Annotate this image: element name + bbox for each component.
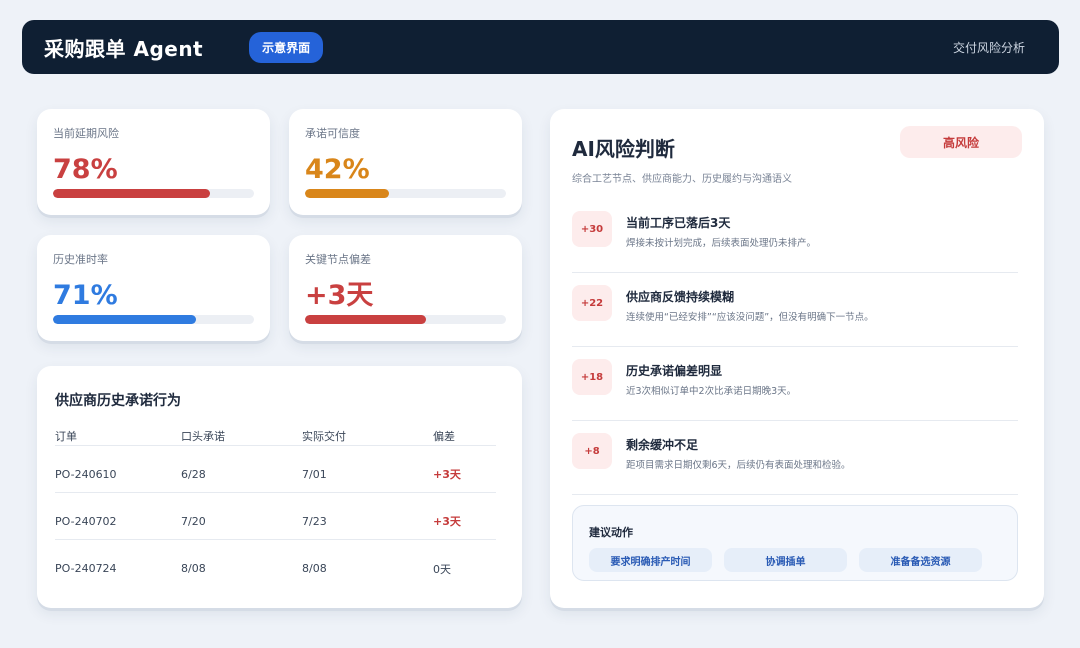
column-header: 偏差 xyxy=(433,429,455,443)
factor-desc: 距项目需求日期仅剩6天，后续仍有表面处理和检验。 xyxy=(626,460,851,471)
order-id: PO-240610 xyxy=(55,467,117,481)
procurement-dashboard: 采购跟单 Agent 示意界面 交付风险分析 当前延期风险 78% 承诺可信度 … xyxy=(0,0,1080,648)
progress-bar xyxy=(305,315,506,324)
progress-bar xyxy=(53,315,254,324)
promised-date: 7/20 xyxy=(181,514,206,528)
deviation: +3天 xyxy=(433,515,461,528)
promised-date: 6/28 xyxy=(181,467,206,481)
ai-subtitle: 综合工艺节点、供应商能力、历史履约与沟通语义 xyxy=(572,174,792,185)
delivery-risk-link[interactable]: 交付风险分析 xyxy=(953,39,1025,56)
actual-date: 7/23 xyxy=(302,514,327,528)
action-buttons: 要求明确排产时间 协调插单 准备备选资源 xyxy=(589,548,1001,572)
order-id: PO-240724 xyxy=(55,562,117,575)
deviation: 0天 xyxy=(433,562,451,576)
risk-factor-item[interactable]: +22 供应商反馈持续模糊 连续使用“已经安排”“应该没问题”，但没有明确下一节… xyxy=(572,273,1018,347)
table-row[interactable]: PO-240702 7/20 7/23 +3天 xyxy=(55,493,496,540)
request-schedule-button[interactable]: 要求明确排产时间 xyxy=(589,548,712,572)
column-header: 口头承诺 xyxy=(181,429,225,443)
risk-level-badge: 高风险 xyxy=(900,126,1022,158)
metric-card-ontime-rate: 历史准时率 71% xyxy=(37,235,270,341)
risk-score-badge: +30 xyxy=(572,211,612,247)
metric-card-delay-risk: 当前延期风险 78% xyxy=(37,109,270,215)
metric-label: 历史准时率 xyxy=(53,253,108,266)
risk-factor-item[interactable]: +8 剩余缓冲不足 距项目需求日期仅剩6天，后续仍有表面处理和检验。 xyxy=(572,421,1018,495)
suggested-actions: 建议动作 要求明确排产时间 协调插单 准备备选资源 xyxy=(572,505,1018,581)
table-row[interactable]: PO-240724 8/08 8/08 0天 xyxy=(55,540,496,587)
history-table: 订单 口头承诺 实际交付 偏差 PO-240610 6/28 7/01 +3天 … xyxy=(55,426,496,587)
metric-value: 71% xyxy=(53,280,118,311)
column-header: 实际交付 xyxy=(302,429,346,443)
actual-date: 8/08 xyxy=(302,562,327,575)
risk-factor-item[interactable]: +18 历史承诺偏差明显 近3次相似订单中2次比承诺日期晚3天。 xyxy=(572,347,1018,421)
order-id: PO-240702 xyxy=(55,514,117,528)
column-header: 订单 xyxy=(55,429,77,443)
metric-label: 承诺可信度 xyxy=(305,127,360,140)
factor-title: 历史承诺偏差明显 xyxy=(626,364,723,378)
prepare-backup-button[interactable]: 准备备选资源 xyxy=(859,548,982,572)
ai-risk-panel: AI风险判断 综合工艺节点、供应商能力、历史履约与沟通语义 高风险 +30 当前… xyxy=(550,109,1044,608)
coordinate-rush-button[interactable]: 协调插单 xyxy=(724,548,847,572)
risk-score-badge: +22 xyxy=(572,285,612,321)
table-header: 订单 口头承诺 实际交付 偏差 xyxy=(55,426,496,446)
factor-title: 当前工序已落后3天 xyxy=(626,216,731,230)
demo-badge[interactable]: 示意界面 xyxy=(249,31,324,63)
factor-text: 供应商反馈持续模糊 连续使用“已经安排”“应该没问题”，但没有明确下一节点。 xyxy=(626,288,874,346)
risk-score-badge: +18 xyxy=(572,359,612,395)
metric-label: 当前延期风险 xyxy=(53,127,119,140)
metric-label: 关键节点偏差 xyxy=(305,253,371,266)
promised-date: 8/08 xyxy=(181,562,206,575)
actual-date: 7/01 xyxy=(302,467,327,481)
factor-text: 历史承诺偏差明显 近3次相似订单中2次比承诺日期晚3天。 xyxy=(626,362,796,420)
metric-value: 42% xyxy=(305,154,370,185)
metric-card-node-deviation: 关键节点偏差 +3天 xyxy=(289,235,522,341)
factor-text: 当前工序已落后3天 焊接未按计划完成，后续表面处理仍未排产。 xyxy=(626,214,816,272)
factor-desc: 焊接未按计划完成，后续表面处理仍未排产。 xyxy=(626,238,817,249)
metric-card-credibility: 承诺可信度 42% xyxy=(289,109,522,215)
top-header: 采购跟单 Agent 示意界面 交付风险分析 xyxy=(22,20,1059,74)
metric-value: +3天 xyxy=(305,280,374,311)
risk-factor-item[interactable]: +30 当前工序已落后3天 焊接未按计划完成，后续表面处理仍未排产。 xyxy=(572,199,1018,273)
section-title: 供应商历史承诺行为 xyxy=(55,393,181,409)
metric-value: 78% xyxy=(53,154,118,185)
progress-bar xyxy=(305,189,506,198)
table-row[interactable]: PO-240610 6/28 7/01 +3天 xyxy=(55,446,496,493)
factor-desc: 近3次相似订单中2次比承诺日期晚3天。 xyxy=(626,386,797,397)
factor-title: 剩余缓冲不足 xyxy=(626,438,699,452)
risk-factors: +30 当前工序已落后3天 焊接未按计划完成，后续表面处理仍未排产。 +22 供… xyxy=(572,199,1018,495)
factor-title: 供应商反馈持续模糊 xyxy=(626,290,735,304)
risk-score-badge: +8 xyxy=(572,433,612,469)
factor-text: 剩余缓冲不足 距项目需求日期仅剩6天，后续仍有表面处理和检验。 xyxy=(626,436,851,494)
progress-fill xyxy=(53,315,196,324)
progress-fill xyxy=(53,189,210,198)
supplier-history-card: 供应商历史承诺行为 订单 口头承诺 实际交付 偏差 PO-240610 6/28… xyxy=(37,366,522,608)
factor-desc: 连续使用“已经安排”“应该没问题”，但没有明确下一节点。 xyxy=(626,312,874,323)
progress-bar xyxy=(53,189,254,198)
progress-fill xyxy=(305,315,426,324)
app-title: 采购跟单 Agent xyxy=(44,36,204,61)
actions-title: 建议动作 xyxy=(589,526,633,539)
progress-fill xyxy=(305,189,390,198)
deviation: +3天 xyxy=(433,468,461,481)
